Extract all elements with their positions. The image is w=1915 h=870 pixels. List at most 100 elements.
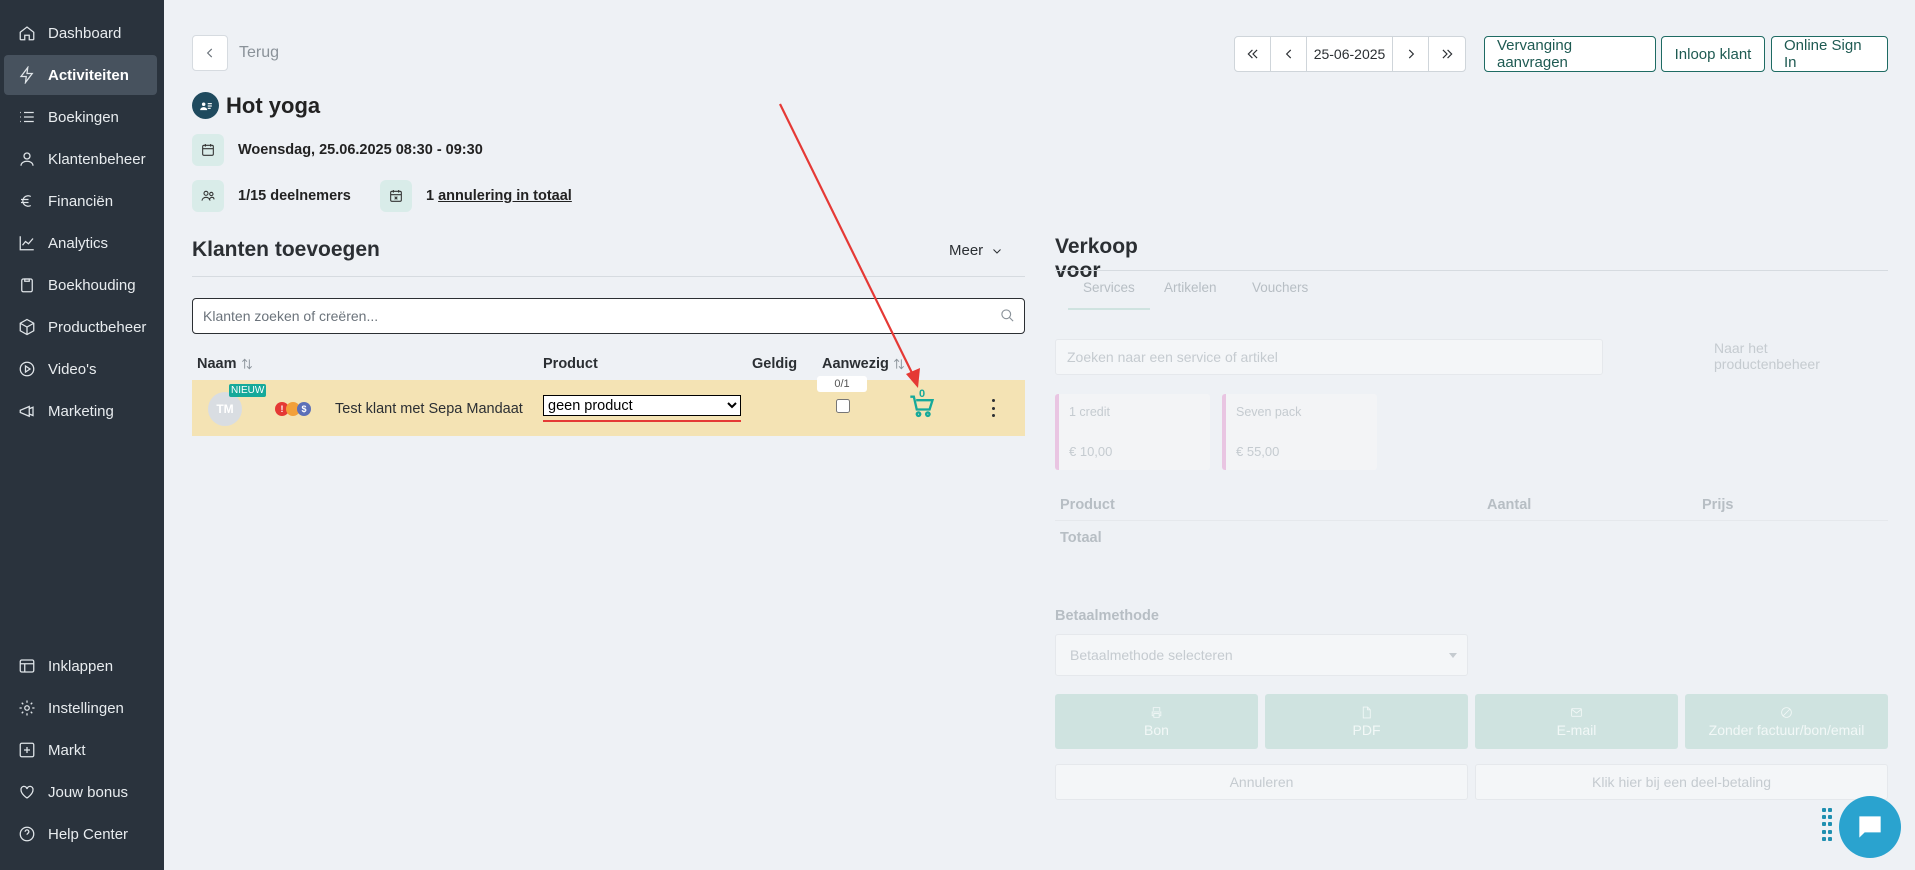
total-label: Totaal [1060, 530, 1102, 546]
cancel-button[interactable]: Annuleren [1055, 764, 1468, 800]
back-button[interactable] [192, 35, 228, 71]
sidebar-item-markt[interactable]: Markt [4, 730, 157, 770]
user-icon [18, 150, 36, 168]
current-date[interactable]: 25-06-2025 [1307, 37, 1393, 71]
column-header-amount: Aantal [1487, 497, 1532, 513]
customer-search-input[interactable] [203, 308, 983, 324]
add-customers-title: Klanten toevoegen [192, 238, 380, 261]
sidebar-item-analytics[interactable]: Analytics [4, 223, 157, 263]
request-replacement-button[interactable]: Vervanging aanvragen [1484, 36, 1656, 72]
chevron-right-icon [1408, 49, 1414, 59]
column-header-product: Product [543, 356, 598, 372]
participant-count: 1/15 deelnemers [238, 188, 351, 204]
sidebar-item-boekingen[interactable]: Boekingen [4, 97, 157, 137]
sidebar-item-help-center[interactable]: Help Center [4, 814, 157, 854]
prev-date-button[interactable] [1271, 37, 1307, 71]
chat-button[interactable] [1839, 796, 1901, 858]
service-search-input[interactable]: Zoeken naar een service of artikel [1055, 339, 1603, 375]
product-card-name: Seven pack [1236, 405, 1302, 419]
status-dots: ! $ [275, 402, 311, 416]
chat-drag-handle[interactable] [1822, 808, 1832, 842]
main-content: Terug 25-06-2025 Vervanging aanvragen In… [164, 0, 1915, 870]
product-card[interactable]: 1 credit € 10,00 [1055, 394, 1210, 470]
sidebar-item-klantenbeheer[interactable]: Klantenbeheer [4, 139, 157, 179]
sidebar-item-dashboard[interactable]: Dashboard [4, 13, 157, 53]
column-header-present[interactable]: Aanwezig [822, 356, 906, 372]
sidebar-item-label: Activiteiten [48, 66, 129, 84]
row-menu-icon[interactable] [989, 399, 997, 417]
calendar-icon [192, 134, 224, 166]
cancellations-link[interactable]: annulering in totaal [438, 188, 572, 204]
sidebar-item-label: Boekhouding [48, 276, 136, 294]
gear-icon [18, 699, 36, 717]
sidebar-item-label: Video's [48, 360, 97, 378]
sidebar-item-label: Financiën [48, 192, 114, 210]
sidebar-item-label: Analytics [48, 234, 109, 252]
active-tab-indicator [1068, 308, 1150, 310]
ban-icon [1781, 706, 1792, 718]
sale-title: Verkoop voor [1055, 235, 1138, 282]
no-invoice-button[interactable]: Zonder factuur/bon/email [1685, 694, 1888, 749]
divider [1055, 270, 1888, 271]
receipt-button[interactable]: Bon [1055, 694, 1258, 749]
table-row: TM NIEUW ! $ Test klant met Sepa Mandaat… [192, 376, 1025, 436]
chart-line-icon [18, 234, 36, 252]
product-card-name: 1 credit [1069, 405, 1110, 419]
sort-icon [241, 358, 252, 370]
present-checkbox[interactable] [836, 399, 850, 413]
more-label: Meer [949, 242, 984, 259]
email-button[interactable]: E-mail [1475, 694, 1678, 749]
sidebar-item-boekhouding[interactable]: Boekhouding [4, 265, 157, 305]
cart-icon[interactable] [908, 392, 938, 422]
sidebar-item-inklappen[interactable]: Inklappen [4, 646, 157, 686]
product-management-link[interactable]: Naar het productenbeheer [1714, 340, 1820, 372]
product-card-price: € 55,00 [1236, 444, 1280, 459]
sidebar-item-instellingen[interactable]: Instellingen [4, 688, 157, 728]
heart-icon [18, 783, 36, 801]
cancellations-info: 1 annulering in totaal [426, 188, 572, 204]
next-date-button[interactable] [1393, 37, 1429, 71]
page-title: Hot yoga [226, 93, 321, 118]
activity-type-icon [192, 92, 219, 119]
walk-in-customer-button[interactable]: Inloop klant [1661, 36, 1765, 72]
sidebar-item-label: Dashboard [48, 24, 122, 42]
pdf-button[interactable]: PDF [1265, 694, 1468, 749]
payment-method-select[interactable]: Betaalmethode selecteren [1055, 634, 1468, 676]
sidebar-item-videos[interactable]: Video's [4, 349, 157, 389]
sidebar-item-jouw-bonus[interactable]: Jouw bonus [4, 772, 157, 812]
caret-down-icon [1449, 653, 1457, 658]
file-icon [1362, 706, 1371, 718]
sidebar-item-marketing[interactable]: Marketing [4, 391, 157, 431]
chat-bubble-icon [1859, 816, 1881, 838]
product-select[interactable]: geen product [543, 395, 741, 416]
sidebar-item-financien[interactable]: Financiën [4, 181, 157, 221]
more-dropdown[interactable]: Meer [949, 242, 1003, 259]
payment-method-label: Betaalmethode [1055, 608, 1159, 624]
back-label[interactable]: Terug [239, 44, 279, 62]
clipboard-icon [18, 276, 36, 294]
partial-payment-button[interactable]: Klik hier bij een deel-betaling [1475, 764, 1888, 800]
column-header-product: Product [1060, 497, 1115, 513]
online-sign-in-button[interactable]: Online Sign In [1771, 36, 1888, 72]
first-date-button[interactable] [1235, 37, 1271, 71]
column-header-name[interactable]: Naam [197, 356, 254, 372]
sidebar-item-label: Klantenbeheer [48, 150, 146, 168]
tab-services[interactable]: Services [1083, 280, 1135, 295]
sidebar-item-label: Productbeheer [48, 318, 147, 336]
tab-vouchers[interactable]: Vouchers [1252, 280, 1308, 295]
sidebar-item-label: Instellingen [48, 699, 124, 717]
divider [1055, 520, 1888, 521]
search-icon[interactable] [1000, 308, 1016, 324]
help-icon [18, 825, 36, 843]
product-card[interactable]: Seven pack € 55,00 [1222, 394, 1377, 470]
last-date-button[interactable] [1429, 37, 1465, 71]
euro-icon [18, 192, 36, 210]
sidebar-item-activiteiten[interactable]: Activiteiten [4, 55, 157, 95]
sidebar-item-productbeheer[interactable]: Productbeheer [4, 307, 157, 347]
avatar[interactable]: TM [208, 392, 242, 426]
list-icon [18, 108, 36, 126]
tab-artikelen[interactable]: Artikelen [1164, 280, 1217, 295]
column-header-price: Prijs [1702, 497, 1734, 513]
new-badge: NIEUW [229, 384, 267, 397]
customer-name[interactable]: Test klant met Sepa Mandaat [335, 401, 523, 417]
